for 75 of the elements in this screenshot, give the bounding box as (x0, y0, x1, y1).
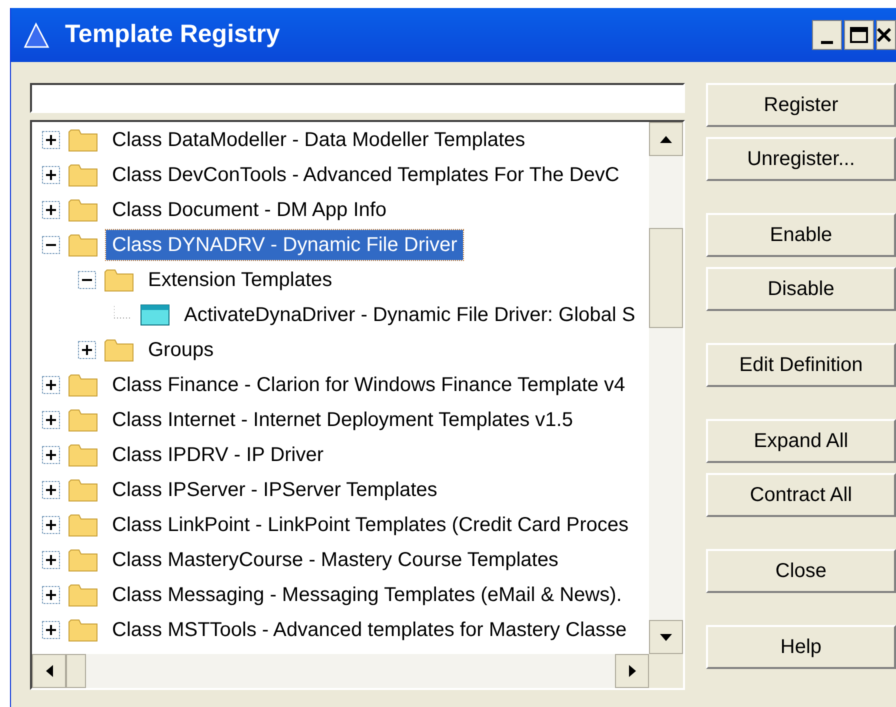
scroll-down-button[interactable] (649, 620, 683, 654)
scrollbar-corner (649, 654, 683, 688)
scroll-left-button[interactable] (32, 654, 66, 688)
folder-icon (68, 618, 98, 642)
tree-item[interactable]: Class MasteryCourse - Mastery Course Templates (106, 544, 564, 574)
app-icon (21, 20, 51, 50)
folder-icon (68, 548, 98, 572)
expand-icon[interactable] (42, 410, 60, 428)
close-icon (877, 28, 891, 42)
maximize-icon (850, 27, 868, 43)
window-title: Template Registry (65, 19, 280, 50)
expand-icon[interactable] (42, 166, 60, 184)
tree-item[interactable]: Class Document - DM App Info (106, 194, 393, 224)
tree-item[interactable]: Class Internet - Internet Deployment Templates v1.5 (106, 404, 579, 434)
dialog-button[interactable]: Edit Definition (706, 343, 896, 387)
filter-field[interactable] (30, 83, 685, 113)
expand-icon[interactable] (42, 446, 60, 464)
folder-icon (68, 162, 98, 186)
up-arrow-icon (660, 136, 672, 142)
tree-item[interactable]: Class LinkPoint - LinkPoint Templates (Credit Card Proces (106, 510, 635, 540)
tree-item[interactable]: Class IPDRV - IP Driver (106, 440, 330, 470)
close-button[interactable] (876, 20, 896, 50)
tree-item[interactable]: Class DevConTools - Advanced Templates For The DevC (106, 160, 626, 190)
folder-icon (68, 232, 98, 256)
tree-item[interactable]: Groups (142, 334, 220, 364)
dialog-button[interactable]: Close (706, 549, 896, 593)
maximize-button[interactable] (844, 20, 874, 50)
folder-icon (68, 408, 98, 432)
folder-icon (68, 198, 98, 222)
vertical-scrollbar[interactable] (649, 122, 683, 654)
collapse-icon[interactable] (78, 270, 96, 288)
folder-icon (68, 478, 98, 502)
dialog-button[interactable]: Unregister... (706, 137, 896, 181)
tree-item[interactable]: ActivateDynaDriver - Dynamic File Driver: Global S (178, 300, 642, 330)
expand-icon[interactable] (42, 516, 60, 534)
down-arrow-icon (660, 634, 672, 640)
folder-icon (68, 442, 98, 466)
minimize-icon (821, 41, 833, 44)
folder-icon (68, 128, 98, 152)
tree-item[interactable]: Class IPServer - IPServer Templates (106, 474, 444, 504)
dialog-button[interactable]: Expand All (706, 419, 896, 463)
folder-icon (104, 338, 134, 362)
minimize-button[interactable] (812, 20, 842, 50)
collapse-icon[interactable] (42, 236, 60, 254)
expand-icon[interactable] (42, 480, 60, 498)
tree-item[interactable]: Class DYNADRV - Dynamic File Driver (106, 230, 464, 260)
tree-item[interactable]: Class Finance - Clarion for Windows Finance Template v4 (106, 370, 632, 400)
right-arrow-icon (628, 665, 636, 677)
scroll-thumb[interactable] (649, 228, 683, 328)
expand-icon[interactable] (42, 200, 60, 218)
expand-icon[interactable] (42, 376, 60, 394)
expand-icon[interactable] (42, 586, 60, 604)
dialog-button[interactable]: Help (706, 625, 896, 669)
expand-icon[interactable] (42, 620, 60, 638)
dialog-button[interactable]: Enable (706, 213, 896, 257)
folder-icon (68, 512, 98, 536)
scroll-up-button[interactable] (649, 122, 683, 156)
scroll-thumb[interactable] (66, 654, 86, 688)
dialog-button[interactable]: Register (706, 83, 896, 127)
tree-item[interactable]: Class MSTTools - Advanced templates for Mastery Classe (106, 614, 633, 644)
dialog-button[interactable]: Contract All (706, 473, 896, 517)
tree-item[interactable]: Class DataModeller - Data Modeller Templates (106, 124, 532, 154)
left-arrow-icon (46, 665, 52, 677)
window-icon (140, 304, 170, 326)
expand-icon[interactable] (42, 550, 60, 568)
horizontal-scrollbar[interactable] (32, 654, 683, 688)
tree-item[interactable]: Extension Templates (142, 264, 338, 294)
scroll-right-button[interactable] (615, 654, 649, 688)
dialog-button[interactable]: Disable (706, 267, 896, 311)
folder-icon (104, 268, 134, 292)
tree-item[interactable]: Class Messaging - Messaging Templates (eMail & News). (106, 580, 628, 610)
folder-icon (68, 372, 98, 396)
expand-icon[interactable] (42, 130, 60, 148)
expand-icon[interactable] (78, 340, 96, 358)
folder-icon (68, 582, 98, 606)
